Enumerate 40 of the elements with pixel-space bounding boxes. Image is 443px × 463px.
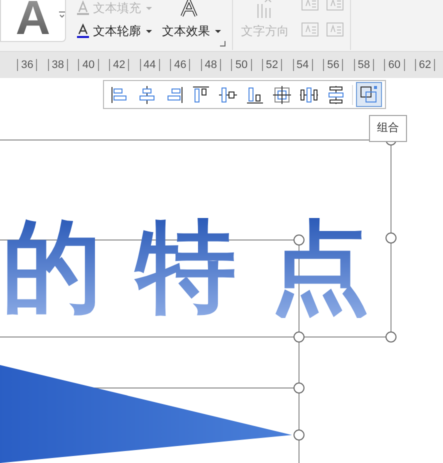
ruler-label: 50 xyxy=(231,59,252,71)
more-icon[interactable] xyxy=(58,10,66,18)
align-bottom-icon xyxy=(245,84,265,104)
distribute-horizontal-icon xyxy=(299,84,319,104)
resize-handle[interactable] xyxy=(294,332,304,342)
text-effect-icon[interactable] xyxy=(180,0,198,18)
ruler-label: 60 xyxy=(384,59,405,71)
ruler-label: 40 xyxy=(78,59,99,71)
resize-handle[interactable] xyxy=(386,332,396,342)
style-preview[interactable]: A xyxy=(0,0,66,42)
ruler-label: 48 xyxy=(200,59,221,71)
dropdown-caret-icon xyxy=(215,30,221,32)
dropdown-caret-icon xyxy=(146,30,152,32)
fill-icon xyxy=(76,0,90,16)
ruler-label: 46 xyxy=(170,59,190,71)
ruler-label: 62 xyxy=(414,59,436,71)
triangle-shape[interactable] xyxy=(0,365,292,463)
group-icon xyxy=(359,84,379,104)
ruler-label: 42 xyxy=(108,59,130,71)
distribute-vertical-icon xyxy=(326,84,346,104)
ruler-label: 56 xyxy=(323,59,344,71)
ruler-label: 54 xyxy=(292,59,313,71)
ribbon-button[interactable]: 文本效果 xyxy=(162,20,221,42)
center-icon xyxy=(272,84,292,104)
align-middle-icon xyxy=(218,84,238,104)
outline-icon xyxy=(76,23,90,39)
ruler-label: 52 xyxy=(262,59,282,71)
ruler-label: 36 xyxy=(17,59,38,71)
ruler-label: 44 xyxy=(140,59,160,71)
align-center-icon xyxy=(137,84,157,104)
ruler-label: 38 xyxy=(48,59,68,71)
ruler-label: 58 xyxy=(354,59,374,71)
resize-handle[interactable] xyxy=(294,430,304,440)
dropdown-caret-icon xyxy=(146,6,152,10)
tooltip: 组合 xyxy=(369,115,407,142)
toolbar-button[interactable] xyxy=(356,82,382,107)
resize-handle[interactable] xyxy=(294,382,304,394)
dialog-launcher-icon[interactable] xyxy=(219,41,226,47)
ribbon-button[interactable]: 文本轮廓 xyxy=(76,20,152,42)
align-top-icon xyxy=(191,84,211,104)
